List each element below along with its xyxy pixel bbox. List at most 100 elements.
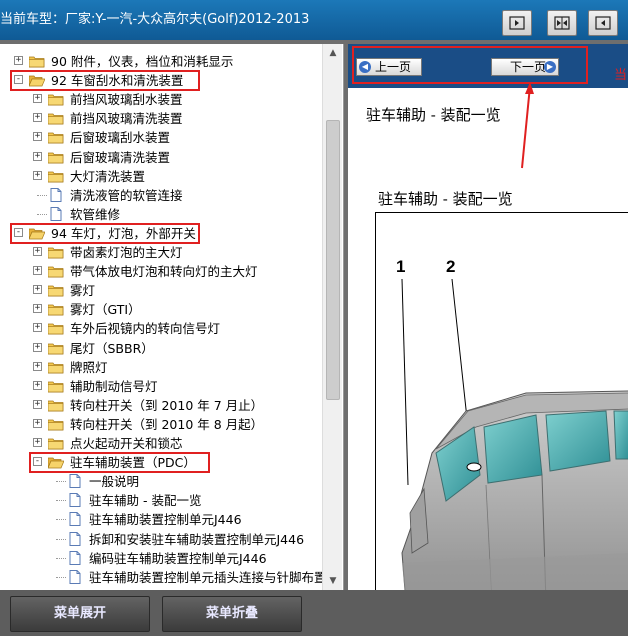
- menu-expand-button[interactable]: 菜单展开: [10, 596, 150, 632]
- tree-connector: [56, 538, 66, 540]
- tree-item-label: 带气体放电灯泡和转向灯的主大灯: [70, 264, 258, 280]
- tree-item[interactable]: + 带卤素灯泡的主大灯: [0, 243, 322, 262]
- tree-item[interactable]: + 雾灯: [0, 281, 322, 300]
- page-heading: 驻车辅助 - 装配一览: [366, 106, 501, 124]
- tree-item[interactable]: + 前挡风玻璃刮水装置: [0, 90, 322, 109]
- tree-item[interactable]: + 后窗玻璃清洗装置: [0, 148, 322, 167]
- tree-item[interactable]: + 带气体放电灯泡和转向灯的主大灯: [0, 262, 322, 281]
- tree-item-label: 雾灯: [70, 283, 96, 299]
- tree-item[interactable]: + 牌照灯: [0, 358, 322, 377]
- expand-icon[interactable]: +: [33, 380, 42, 390]
- expand-icon[interactable]: +: [33, 399, 42, 409]
- folder-icon: [47, 418, 64, 431]
- menu-tree[interactable]: +90 附件，仪表，档位和消耗显示 -92 车窗刮水和清洗装置 + 前挡风玻璃刮水装置…: [0, 44, 344, 590]
- tree-item[interactable]: 一般说明: [0, 472, 322, 491]
- tree-item[interactable]: 清洗液管的软管连接: [0, 186, 322, 205]
- tree-item[interactable]: - 驻车辅助装置（PDC）: [0, 452, 322, 474]
- folder-icon: [47, 112, 64, 125]
- tree-item[interactable]: + 辅助制动信号灯: [0, 377, 322, 396]
- expand-icon[interactable]: +: [14, 56, 23, 65]
- tree-item[interactable]: + 尾灯（SBBR）: [0, 339, 322, 358]
- tree-item-label: 一般说明: [89, 474, 140, 490]
- tree-item-label: 转向柱开关（到 2010 年 8 月起）: [70, 416, 264, 432]
- expand-icon[interactable]: +: [33, 94, 42, 104]
- tree-item[interactable]: 拆卸和安装驻车辅助装置控制单元J446: [0, 530, 322, 549]
- folder-icon: [47, 131, 64, 144]
- expand-icon[interactable]: +: [33, 342, 42, 352]
- folder-icon: [47, 399, 64, 412]
- folder-icon: [47, 284, 64, 297]
- document-icon: [50, 206, 62, 221]
- scroll-up-icon[interactable]: ▲: [323, 44, 343, 62]
- tree-item-label: 软管维修: [70, 206, 121, 222]
- tree-item[interactable]: + 前挡风玻璃清洗装置: [0, 109, 322, 128]
- tree-connector: [37, 213, 47, 215]
- bottom-bar: 菜单展开 菜单折叠: [0, 590, 628, 636]
- tree-item[interactable]: + 车外后视镜内的转向信号灯: [0, 319, 322, 338]
- tree-item-label: 转向柱开关（到 2010 年 7 月止）: [70, 397, 264, 413]
- tree-connector: [56, 500, 66, 502]
- expand-icon[interactable]: +: [33, 113, 42, 123]
- tree-item-label: 尾灯（SBBR）: [70, 340, 154, 356]
- folder-icon: [47, 93, 64, 106]
- tree-item-label: 驻车辅助装置控制单元J446: [89, 512, 242, 528]
- scroll-down-icon[interactable]: ▼: [323, 572, 343, 590]
- folder-icon: [47, 246, 64, 259]
- panel-left-button[interactable]: [502, 10, 532, 36]
- tree-item[interactable]: +90 附件，仪表，档位和消耗显示: [0, 52, 322, 71]
- tree-item[interactable]: 驻车辅助装置控制单元插头连接与针脚布置: [0, 568, 327, 587]
- tree-connector: [56, 576, 66, 578]
- tree-scrollbar[interactable]: ▲ ▼: [322, 44, 342, 590]
- expand-icon[interactable]: +: [33, 438, 42, 447]
- tree-item-label: 前挡风玻璃刮水装置: [70, 92, 183, 108]
- tree-item-label: 后窗玻璃刮水装置: [70, 130, 171, 146]
- folder-icon: [47, 437, 64, 450]
- folder-icon: [28, 55, 45, 68]
- tree-item[interactable]: + 雾灯（GTI）: [0, 300, 322, 319]
- folder-icon: [47, 265, 64, 278]
- tree-item[interactable]: 编码驻车辅助装置控制单元J446: [0, 549, 322, 568]
- tree-item-label: 点火起动开关和锁芯: [70, 436, 183, 451]
- folder-icon: [47, 170, 64, 182]
- panel-right-button[interactable]: [588, 10, 618, 36]
- expand-icon[interactable]: +: [33, 247, 42, 256]
- tree-item[interactable]: -92 车窗刮水和清洗装置: [0, 70, 322, 92]
- tree-item[interactable]: -94 车灯，灯泡，外部开关: [0, 222, 322, 244]
- expand-icon[interactable]: +: [33, 361, 42, 371]
- menu-collapse-button[interactable]: 菜单折叠: [162, 596, 302, 632]
- expand-icon[interactable]: +: [33, 266, 42, 276]
- tree-item-label: 90 附件，仪表，档位和消耗显示: [51, 54, 234, 69]
- tree-item-label: 编码驻车辅助装置控制单元J446: [89, 550, 267, 566]
- tree-item[interactable]: 软管维修: [0, 205, 322, 224]
- tree-item[interactable]: + 转向柱开关（到 2010 年 7 月止）: [0, 396, 322, 415]
- tree-item[interactable]: + 大灯清洗装置: [0, 167, 322, 186]
- folder-icon: [47, 303, 64, 316]
- tree-item[interactable]: + 点火起动开关和锁芯: [0, 434, 322, 453]
- document-viewer: ◀ 上一页 下一页 ▶ 当 驻车辅助 - 装配一览 驻车辅助 - 装配一览 1 …: [348, 44, 628, 590]
- nav-highlight-box: [352, 46, 588, 84]
- expand-icon[interactable]: +: [33, 285, 42, 295]
- expand-icon[interactable]: +: [33, 170, 42, 180]
- assembly-figure: 1 2: [375, 212, 628, 590]
- expand-icon[interactable]: +: [33, 323, 42, 333]
- tree-item-label: 牌照灯: [70, 359, 108, 375]
- highlight-box: [10, 222, 200, 244]
- title-bar: 当前车型：厂家:Y-一汽-大众高尔夫(Golf)2012-2013: [0, 0, 628, 40]
- expand-icon[interactable]: +: [33, 304, 42, 314]
- document-icon: [50, 187, 62, 202]
- scroll-thumb[interactable]: [326, 120, 340, 400]
- tree-item-label: 辅助制动信号灯: [70, 378, 158, 394]
- tree-item[interactable]: 驻车辅助 - 装配一览: [0, 491, 322, 510]
- expand-icon[interactable]: +: [33, 132, 42, 142]
- tree-item[interactable]: 驻车辅助装置控制单元J446: [0, 510, 322, 529]
- panel-split-icon: [554, 16, 570, 30]
- document-icon: [69, 569, 81, 584]
- tree-item[interactable]: + 后窗玻璃刮水装置: [0, 128, 322, 147]
- tree-item[interactable]: + 转向柱开关（到 2010 年 8 月起）: [0, 415, 322, 434]
- expand-icon[interactable]: +: [33, 151, 42, 161]
- expand-icon[interactable]: +: [33, 418, 42, 428]
- tree-item-label: 清洗液管的软管连接: [70, 187, 183, 203]
- panel-split-button[interactable]: [547, 10, 577, 36]
- panel-right-icon: [595, 16, 611, 30]
- folder-icon: [47, 151, 64, 163]
